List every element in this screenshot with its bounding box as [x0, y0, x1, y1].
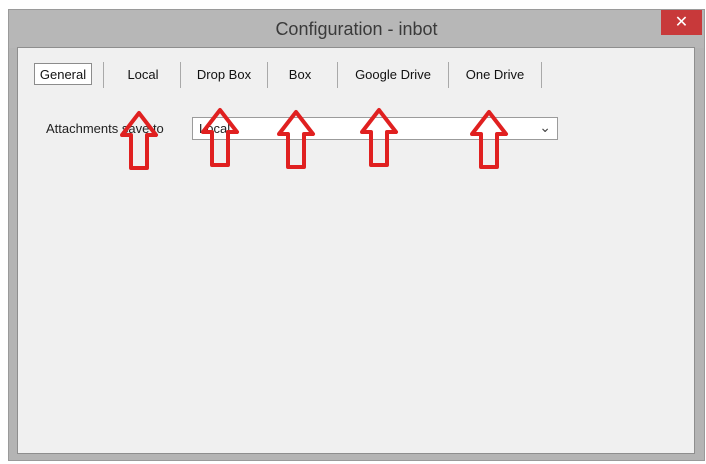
window-title: Configuration - inbot [275, 19, 438, 39]
tab-separator [541, 62, 542, 88]
close-button[interactable]: ✕ [661, 10, 702, 35]
tab-separator [267, 62, 268, 88]
title-bar[interactable]: Configuration - inbot ✕ [9, 10, 704, 48]
tab-separator [180, 62, 181, 88]
annotation-arrow-icon [277, 110, 315, 169]
annotation-arrow-icon [120, 111, 158, 170]
tab-drop-box[interactable]: Drop Box [183, 61, 265, 89]
annotation-arrow-icon [470, 110, 508, 169]
annotation-arrow-icon [360, 108, 398, 167]
tab-separator [103, 62, 104, 88]
tab-separator [448, 62, 449, 88]
chevron-down-icon[interactable]: ⌄ [539, 119, 551, 136]
close-icon: ✕ [674, 14, 689, 31]
tab-separator [337, 62, 338, 88]
client-area: General Local Drop Box Box Google Drive … [17, 47, 695, 454]
tab-one-drive[interactable]: One Drive [451, 61, 539, 89]
tab-google-drive[interactable]: Google Drive [341, 61, 445, 89]
tab-general[interactable]: General [34, 63, 92, 85]
tab-box[interactable]: Box [270, 61, 330, 89]
tab-local[interactable]: Local [108, 61, 178, 89]
annotation-arrow-icon [201, 108, 239, 167]
configuration-window: Configuration - inbot ✕ General Local Dr… [8, 9, 705, 461]
